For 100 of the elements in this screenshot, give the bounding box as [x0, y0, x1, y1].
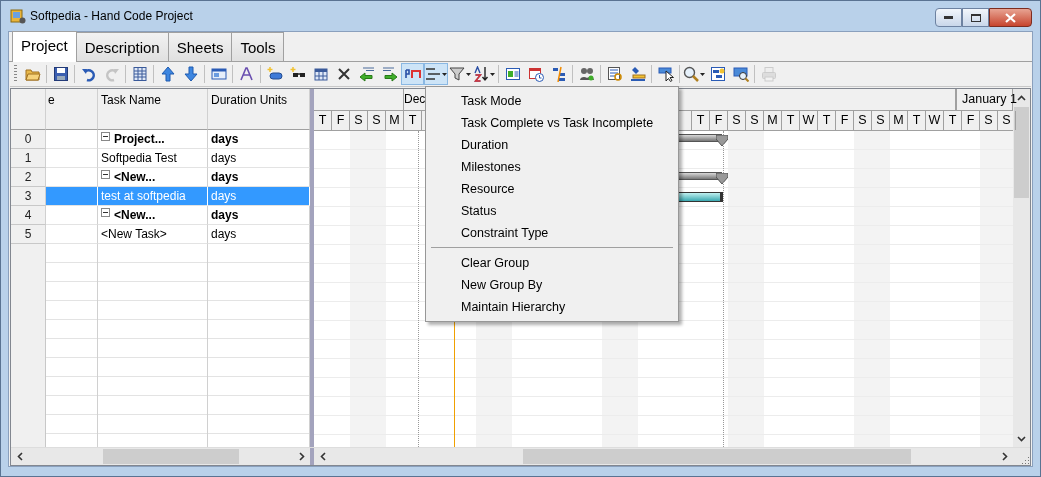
tab[interactable]: Project [12, 31, 77, 62]
scrollbar-thumb[interactable] [523, 449, 911, 464]
row-number[interactable]: 5 [11, 225, 46, 244]
expand-toggle[interactable] [101, 208, 110, 217]
column-header[interactable]: Duration Units [208, 89, 310, 130]
save-icon [52, 66, 69, 82]
vertical-scrollbar[interactable] [1013, 89, 1030, 447]
left-chevron-icon[interactable] [16, 452, 23, 461]
highlight-icon [629, 66, 646, 82]
task-name: <New... [114, 207, 156, 224]
zoom-icon [732, 66, 749, 82]
left-arrow-icon [358, 66, 375, 82]
caret-icon [490, 72, 495, 76]
tab[interactable]: Sheets [167, 32, 233, 61]
search-icon [683, 66, 699, 82]
chart-icon [709, 66, 726, 82]
tab[interactable]: Description [75, 32, 169, 61]
day-label: S [980, 111, 998, 130]
undo-icon [80, 66, 97, 82]
close-button[interactable] [989, 8, 1032, 27]
day-label: F [710, 111, 728, 130]
down-arrow-icon [182, 66, 199, 82]
right-chevron-icon[interactable] [1001, 452, 1008, 461]
tree-icon [550, 66, 567, 82]
window-icon [210, 66, 227, 82]
menu-item[interactable]: Task Complete vs Task Incomplete [428, 112, 676, 134]
cross-icon [335, 66, 352, 82]
day-label: M [764, 111, 782, 130]
group-button[interactable] [424, 63, 448, 85]
resize-grip-icon[interactable] [1020, 455, 1030, 465]
menu-item[interactable]: New Group By [428, 274, 676, 296]
row-number[interactable]: 4 [11, 206, 46, 225]
right-chevron-icon[interactable] [298, 452, 305, 461]
toolbar-grip[interactable] [14, 65, 17, 83]
caret-icon [442, 72, 447, 76]
scrollbar-thumb[interactable] [1014, 107, 1029, 198]
report-icon [606, 66, 623, 82]
left-chevron-icon[interactable] [319, 452, 326, 461]
day-label: F [332, 111, 350, 130]
day-label: F [836, 111, 854, 130]
up-arrow-icon [159, 66, 176, 82]
capsule-icon [266, 66, 283, 82]
menu-item[interactable]: Constraint Type [428, 222, 676, 244]
task-name: test at softpedia [101, 188, 186, 205]
day-label: T [692, 111, 710, 130]
task-name: Softpedia Test [101, 150, 177, 167]
redo-icon [103, 66, 120, 82]
printer-icon [760, 66, 777, 82]
task-name: Project... [114, 131, 165, 148]
day-label: T [944, 111, 962, 130]
day-label: T [404, 111, 422, 130]
column-header[interactable]: Task Name [98, 89, 208, 130]
row-number[interactable]: 3 [11, 187, 46, 206]
calendar-clock-icon [527, 66, 544, 82]
down-chevron-icon[interactable] [1017, 435, 1026, 442]
group-icon [425, 66, 441, 82]
day-label: F [962, 111, 980, 130]
task-name: <New... [114, 169, 156, 186]
day-label: S [872, 111, 890, 130]
minimize-icon [944, 16, 953, 19]
columns-icon [131, 66, 148, 82]
scrollbar-thumb[interactable] [103, 449, 239, 464]
task-name: <New Task> [101, 226, 167, 243]
month-label: Dec [404, 92, 426, 106]
menu-item[interactable]: Clear Group [428, 252, 676, 274]
day-label: S [350, 111, 368, 130]
day-label: W [800, 111, 818, 130]
day-label: S [746, 111, 764, 130]
filter-icon [449, 66, 465, 82]
sort-button[interactable] [472, 63, 496, 85]
menu-item[interactable]: Maintain Hierarchy [428, 296, 676, 318]
column-header[interactable]: e [46, 89, 98, 130]
maximize-button[interactable] [962, 8, 989, 27]
folder-icon [24, 66, 41, 82]
menu-item[interactable]: Resource [428, 178, 676, 200]
caret-icon [466, 72, 471, 76]
menu-item[interactable]: Status [428, 200, 676, 222]
sort-icon [473, 66, 489, 82]
row-number[interactable]: 0 [11, 130, 46, 149]
month-label: January 1 [962, 92, 1017, 106]
document-icon [504, 66, 521, 82]
day-label: T [908, 111, 926, 130]
menu-item[interactable]: Task Mode [428, 90, 676, 112]
app-icon [10, 8, 26, 24]
day-label: S [728, 111, 746, 130]
day-label: W [926, 111, 944, 130]
tab[interactable]: Tools [231, 32, 285, 61]
row-number[interactable]: 2 [11, 168, 46, 187]
expand-toggle[interactable] [101, 132, 110, 141]
people-icon [578, 66, 595, 82]
day-label: T [782, 111, 800, 130]
day-label: S [368, 111, 386, 130]
up-chevron-icon[interactable] [1017, 94, 1026, 101]
expand-toggle[interactable] [101, 170, 110, 179]
row-number[interactable]: 1 [11, 149, 46, 168]
font-icon [238, 66, 255, 82]
minimize-button[interactable] [935, 8, 962, 27]
pointer-icon [657, 66, 674, 82]
right-arrow-icon [381, 66, 398, 82]
bracket-button[interactable] [401, 63, 424, 85]
